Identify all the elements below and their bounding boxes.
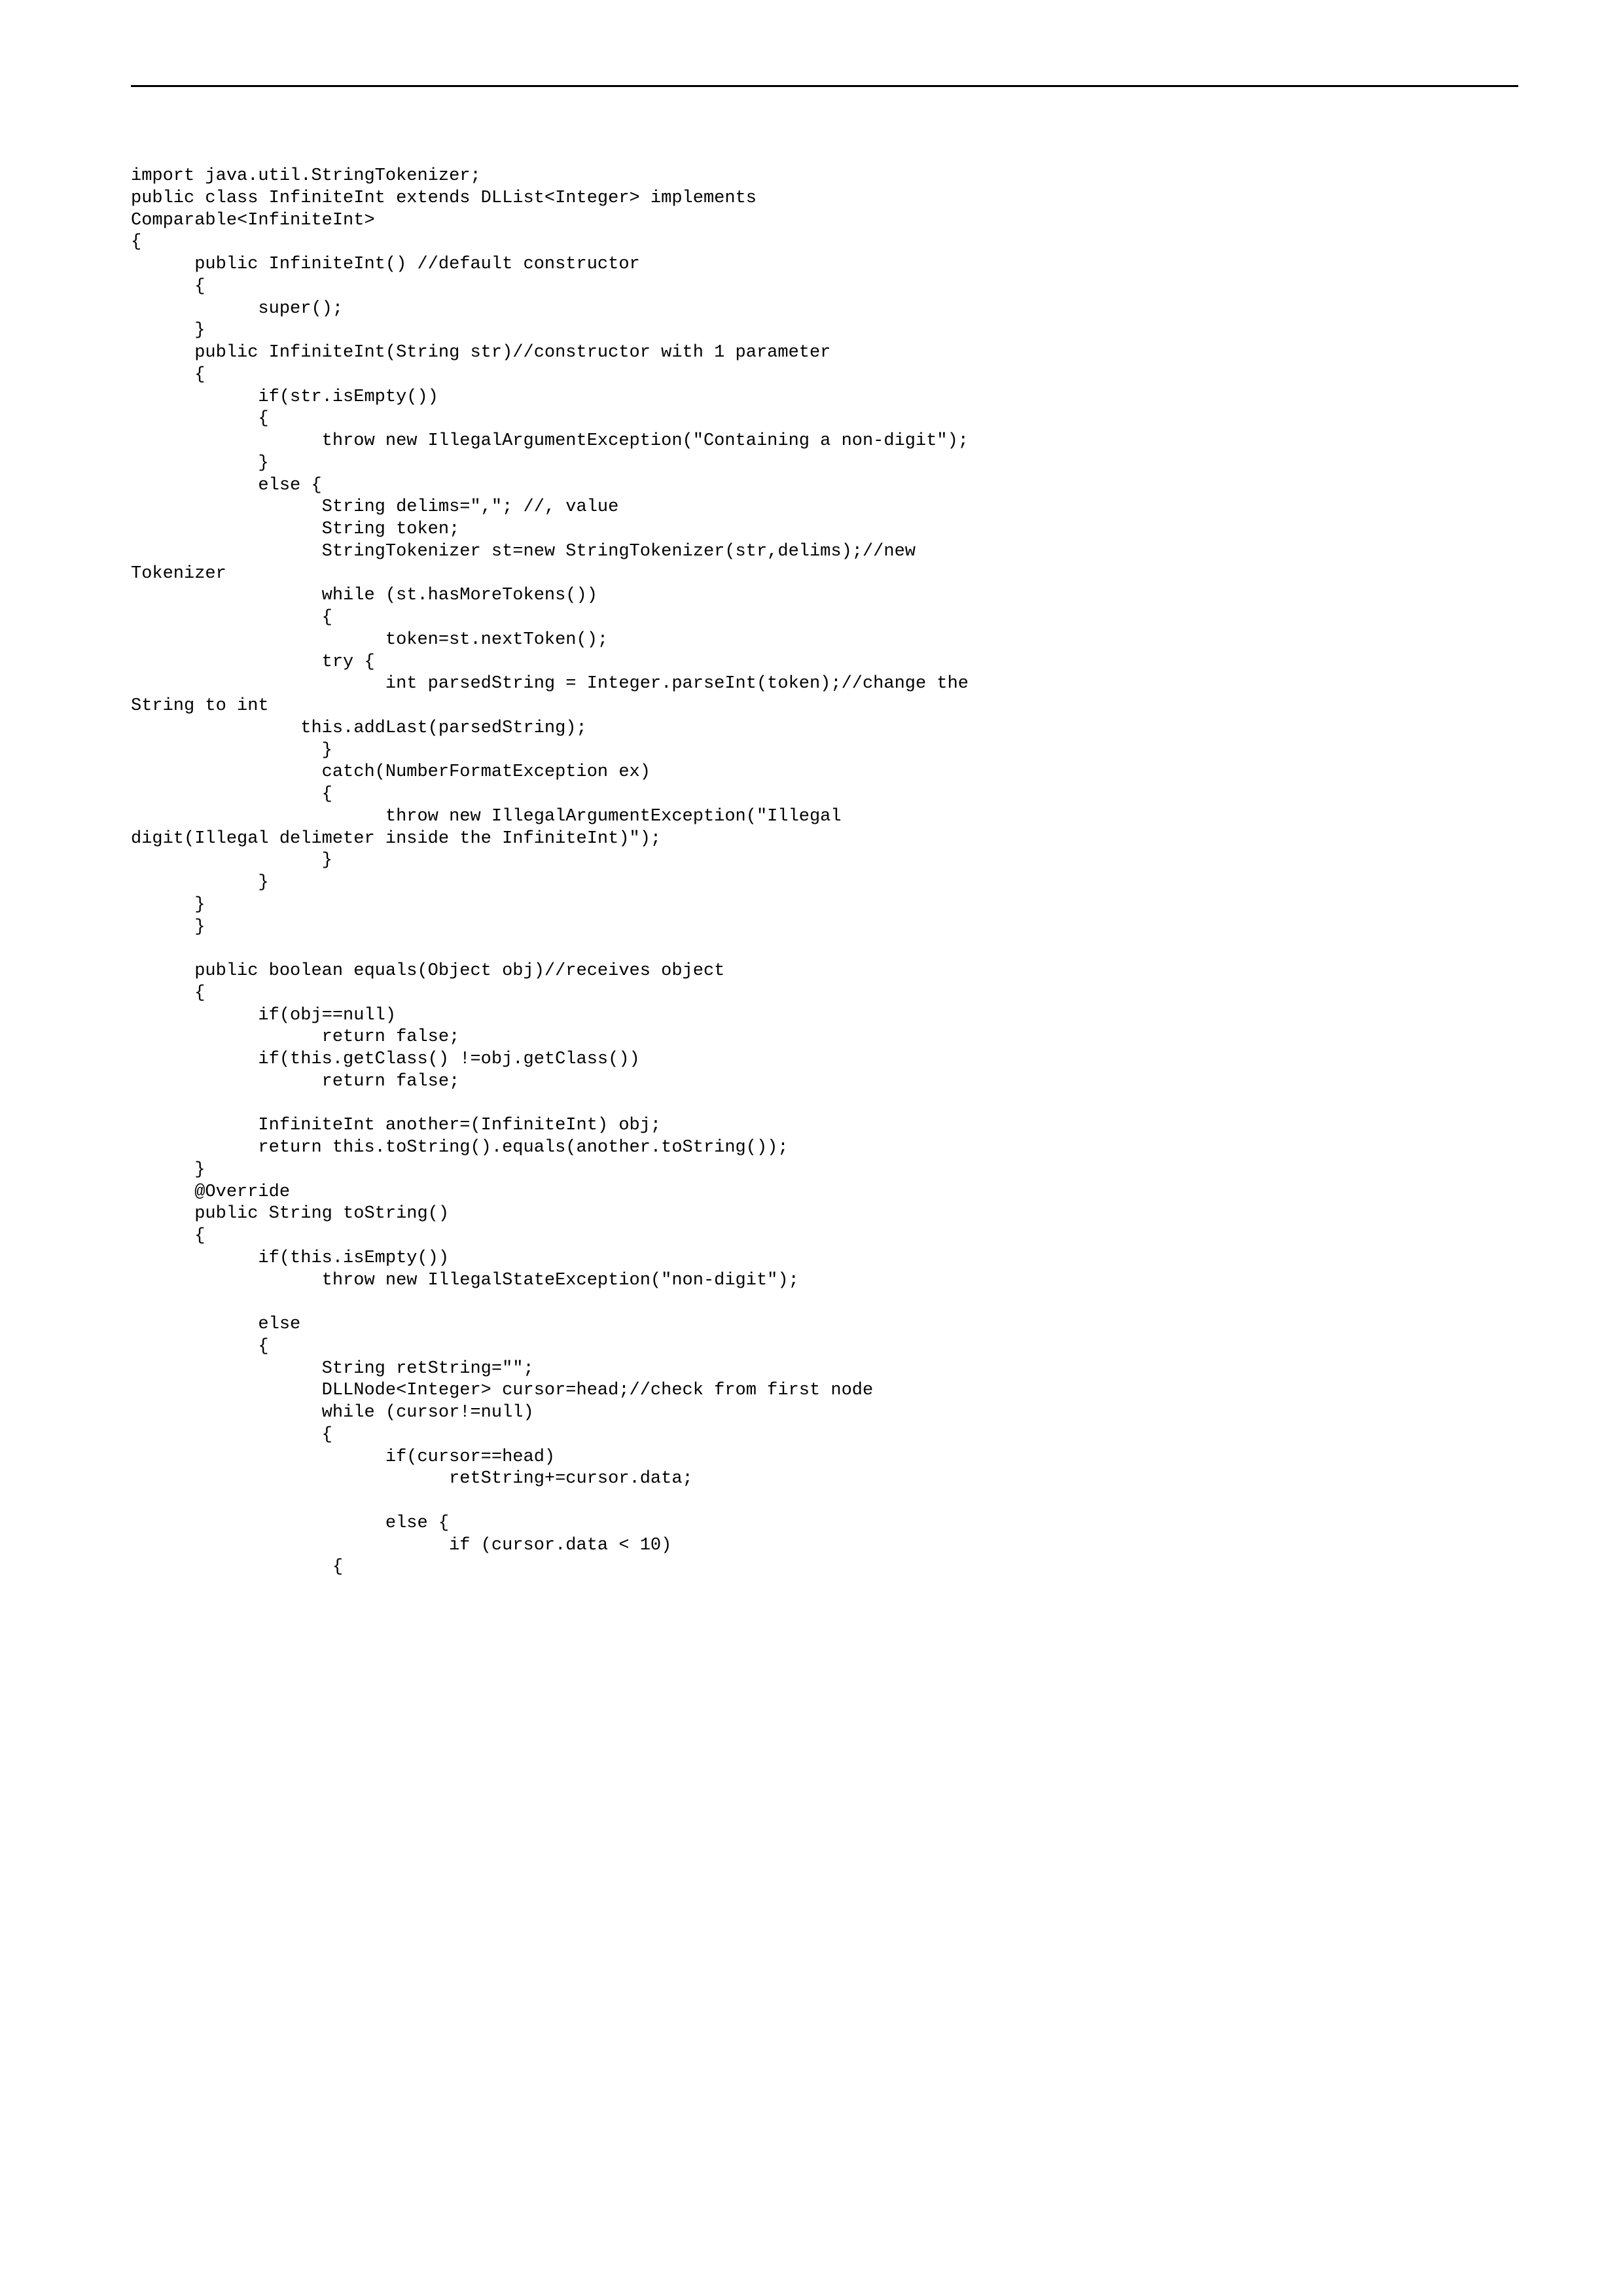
code-block: import java.util.StringTokenizer; public… (131, 166, 1518, 1579)
document-page: import java.util.StringTokenizer; public… (0, 0, 1623, 2296)
horizontal-rule (131, 85, 1518, 87)
